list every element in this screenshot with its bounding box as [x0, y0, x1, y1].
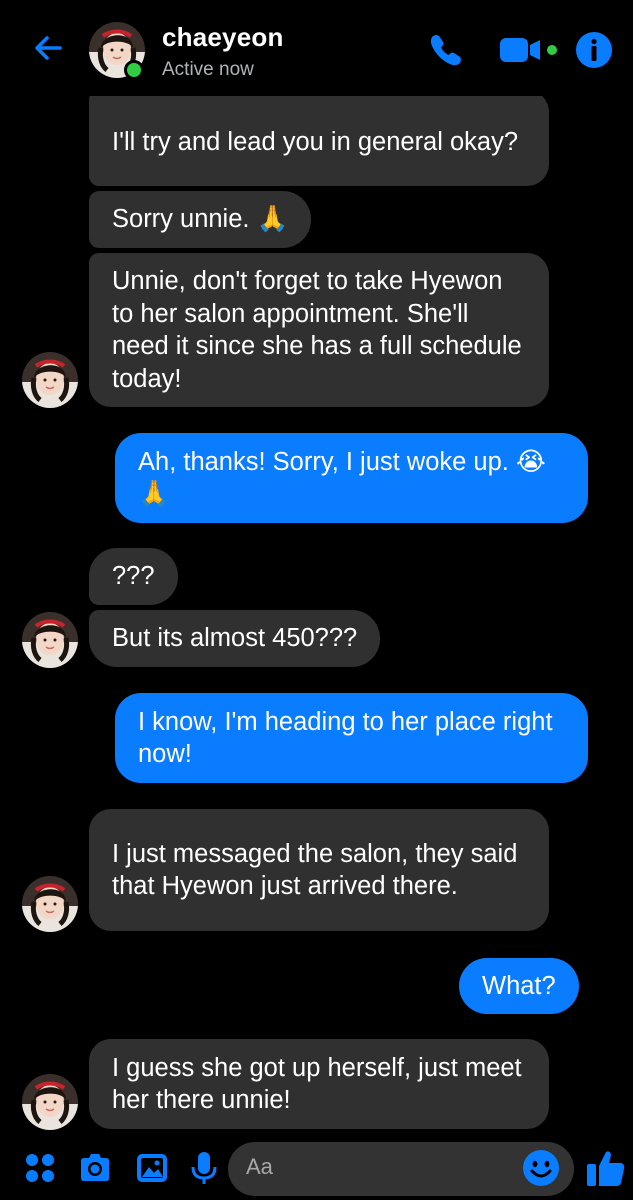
- message-text: ???: [112, 562, 155, 591]
- message-bubble-incoming[interactable]: Unnie, don't forget to take Hyewon to he…: [89, 253, 549, 407]
- message-input-placeholder: Aa: [246, 1154, 273, 1179]
- message-bubble-incoming[interactable]: I'll try and lead you in general okay?: [89, 90, 549, 186]
- camera-icon: [81, 1154, 109, 1181]
- chat-header: chaeyeon Active now: [0, 0, 633, 96]
- like-button[interactable]: [585, 1146, 627, 1190]
- message-bubble-incoming[interactable]: Sorry unnie. 🙏: [89, 191, 312, 248]
- emoji-icon: [523, 1150, 559, 1186]
- sender-avatar[interactable]: [22, 612, 78, 668]
- message-bubble-incoming[interactable]: I guess she got up herself, just meet he…: [89, 1039, 549, 1129]
- message-text: I know, I'm heading to her place right n…: [138, 707, 553, 769]
- message-composer: Aa: [0, 1138, 633, 1200]
- contact-name[interactable]: chaeyeon: [162, 22, 284, 53]
- camera-button[interactable]: [77, 1150, 113, 1186]
- message-text: Unnie, don't forget to take Hyewon to he…: [112, 267, 522, 393]
- audio-call-button[interactable]: [424, 28, 468, 72]
- contact-status: Active now: [162, 59, 254, 80]
- back-button[interactable]: [26, 26, 70, 70]
- video-camera-icon: [500, 38, 557, 62]
- message-bubble-incoming[interactable]: But its almost 450???: [89, 610, 381, 667]
- message-text: I'll try and lead you in general okay?: [112, 127, 519, 156]
- message-bubble-incoming[interactable]: I just messaged the salon, they said tha…: [89, 809, 549, 931]
- active-status-dot: [124, 60, 144, 80]
- message-bubble-incoming[interactable]: ???: [89, 548, 178, 605]
- message-text: I just messaged the salon, they said tha…: [112, 839, 518, 901]
- message-text: Ah, thanks! Sorry, I just woke up. 😭🙏: [138, 447, 546, 509]
- info-button[interactable]: [575, 31, 613, 69]
- apps-button[interactable]: [22, 1150, 58, 1186]
- sender-avatar[interactable]: [22, 352, 78, 408]
- thumbs-up-icon: [587, 1151, 625, 1186]
- info-icon: [576, 32, 612, 68]
- video-call-button[interactable]: [498, 30, 562, 70]
- microphone-icon: [191, 1152, 217, 1184]
- back-arrow-icon: [35, 36, 62, 60]
- emoji-button[interactable]: [522, 1149, 560, 1187]
- phone-icon: [430, 35, 461, 66]
- sender-avatar[interactable]: [22, 876, 78, 932]
- gallery-button[interactable]: [134, 1150, 170, 1186]
- voice-message-button[interactable]: [186, 1150, 222, 1186]
- message-text: Sorry unnie. 🙏: [112, 205, 289, 234]
- message-text: But its almost 450???: [112, 624, 358, 653]
- sender-avatar[interactable]: [22, 1074, 78, 1130]
- message-text: I guess she got up herself, just meet he…: [112, 1053, 522, 1115]
- message-bubble-outgoing[interactable]: What?: [459, 958, 579, 1014]
- message-bubble-outgoing[interactable]: I know, I'm heading to her place right n…: [115, 693, 588, 783]
- gallery-icon: [137, 1154, 167, 1182]
- message-bubble-outgoing[interactable]: Ah, thanks! Sorry, I just woke up. 😭🙏: [115, 433, 588, 523]
- apps-icon: [26, 1154, 54, 1182]
- message-text: What?: [482, 971, 556, 1000]
